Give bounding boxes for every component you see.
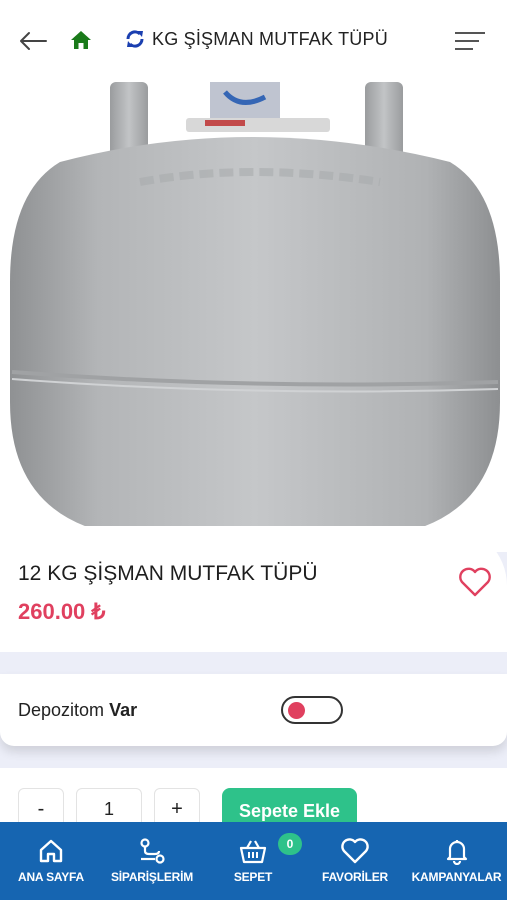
nav-label-favorites: FAVORİLER bbox=[322, 870, 388, 884]
home-button[interactable] bbox=[70, 30, 92, 52]
route-icon bbox=[137, 836, 167, 866]
deposit-row: Depozitom Var bbox=[0, 674, 507, 746]
deposit-value: Var bbox=[109, 700, 138, 720]
bottom-navigation: ANA SAYFA SİPARİŞLERİM SEPET FAVORİLER K… bbox=[0, 822, 507, 900]
refresh-icon bbox=[126, 30, 144, 48]
quantity-row: - 1 + Sepete Ekle bbox=[0, 768, 507, 832]
nav-label-cart: SEPET bbox=[233, 870, 273, 884]
menu-icon bbox=[455, 32, 485, 50]
home-icon bbox=[36, 836, 66, 866]
product-image bbox=[0, 82, 507, 552]
deposit-toggle[interactable] bbox=[281, 696, 343, 724]
heart-icon bbox=[340, 836, 370, 866]
basket-icon bbox=[238, 836, 268, 866]
back-button[interactable] bbox=[16, 27, 50, 55]
home-icon bbox=[71, 31, 91, 49]
nav-label-orders: SİPARİŞLERİM bbox=[110, 870, 194, 884]
page-title-text: KG ŞİŞMAN MUTFAK TÜPÜ bbox=[152, 28, 388, 49]
deposit-label: Depozitom Var bbox=[18, 700, 137, 721]
arrow-left-icon bbox=[20, 32, 47, 50]
product-info-card: 12 KG ŞİŞMAN MUTFAK TÜPÜ 260.00 ₺ bbox=[0, 526, 507, 652]
nav-label-home: ANA SAYFA bbox=[18, 870, 84, 884]
cart-count-badge: 0 bbox=[278, 833, 302, 855]
gas-cylinder-image bbox=[0, 82, 507, 552]
product-name: 12 KG ŞİŞMAN MUTFAK TÜPÜ bbox=[18, 562, 318, 585]
heart-icon bbox=[459, 567, 491, 597]
menu-button[interactable] bbox=[453, 30, 487, 52]
page-title: KG ŞİŞMAN MUTFAK TÜPÜ bbox=[124, 28, 388, 50]
nav-item-campaigns[interactable]: KAMPANYALAR bbox=[406, 822, 507, 900]
product-price: 260.00 ₺ bbox=[18, 599, 106, 624]
nav-label-campaigns: KAMPANYALAR bbox=[411, 870, 502, 884]
deposit-label-text: Depozitom bbox=[18, 700, 105, 720]
toggle-knob bbox=[288, 702, 305, 719]
nav-item-home[interactable]: ANA SAYFA bbox=[0, 822, 102, 900]
nav-item-favorites[interactable]: FAVORİLER bbox=[304, 822, 406, 900]
top-bar: KG ŞİŞMAN MUTFAK TÜPÜ bbox=[0, 0, 507, 82]
bell-icon bbox=[442, 836, 472, 866]
favorite-button[interactable] bbox=[458, 566, 492, 598]
nav-item-orders[interactable]: SİPARİŞLERİM bbox=[102, 822, 202, 900]
